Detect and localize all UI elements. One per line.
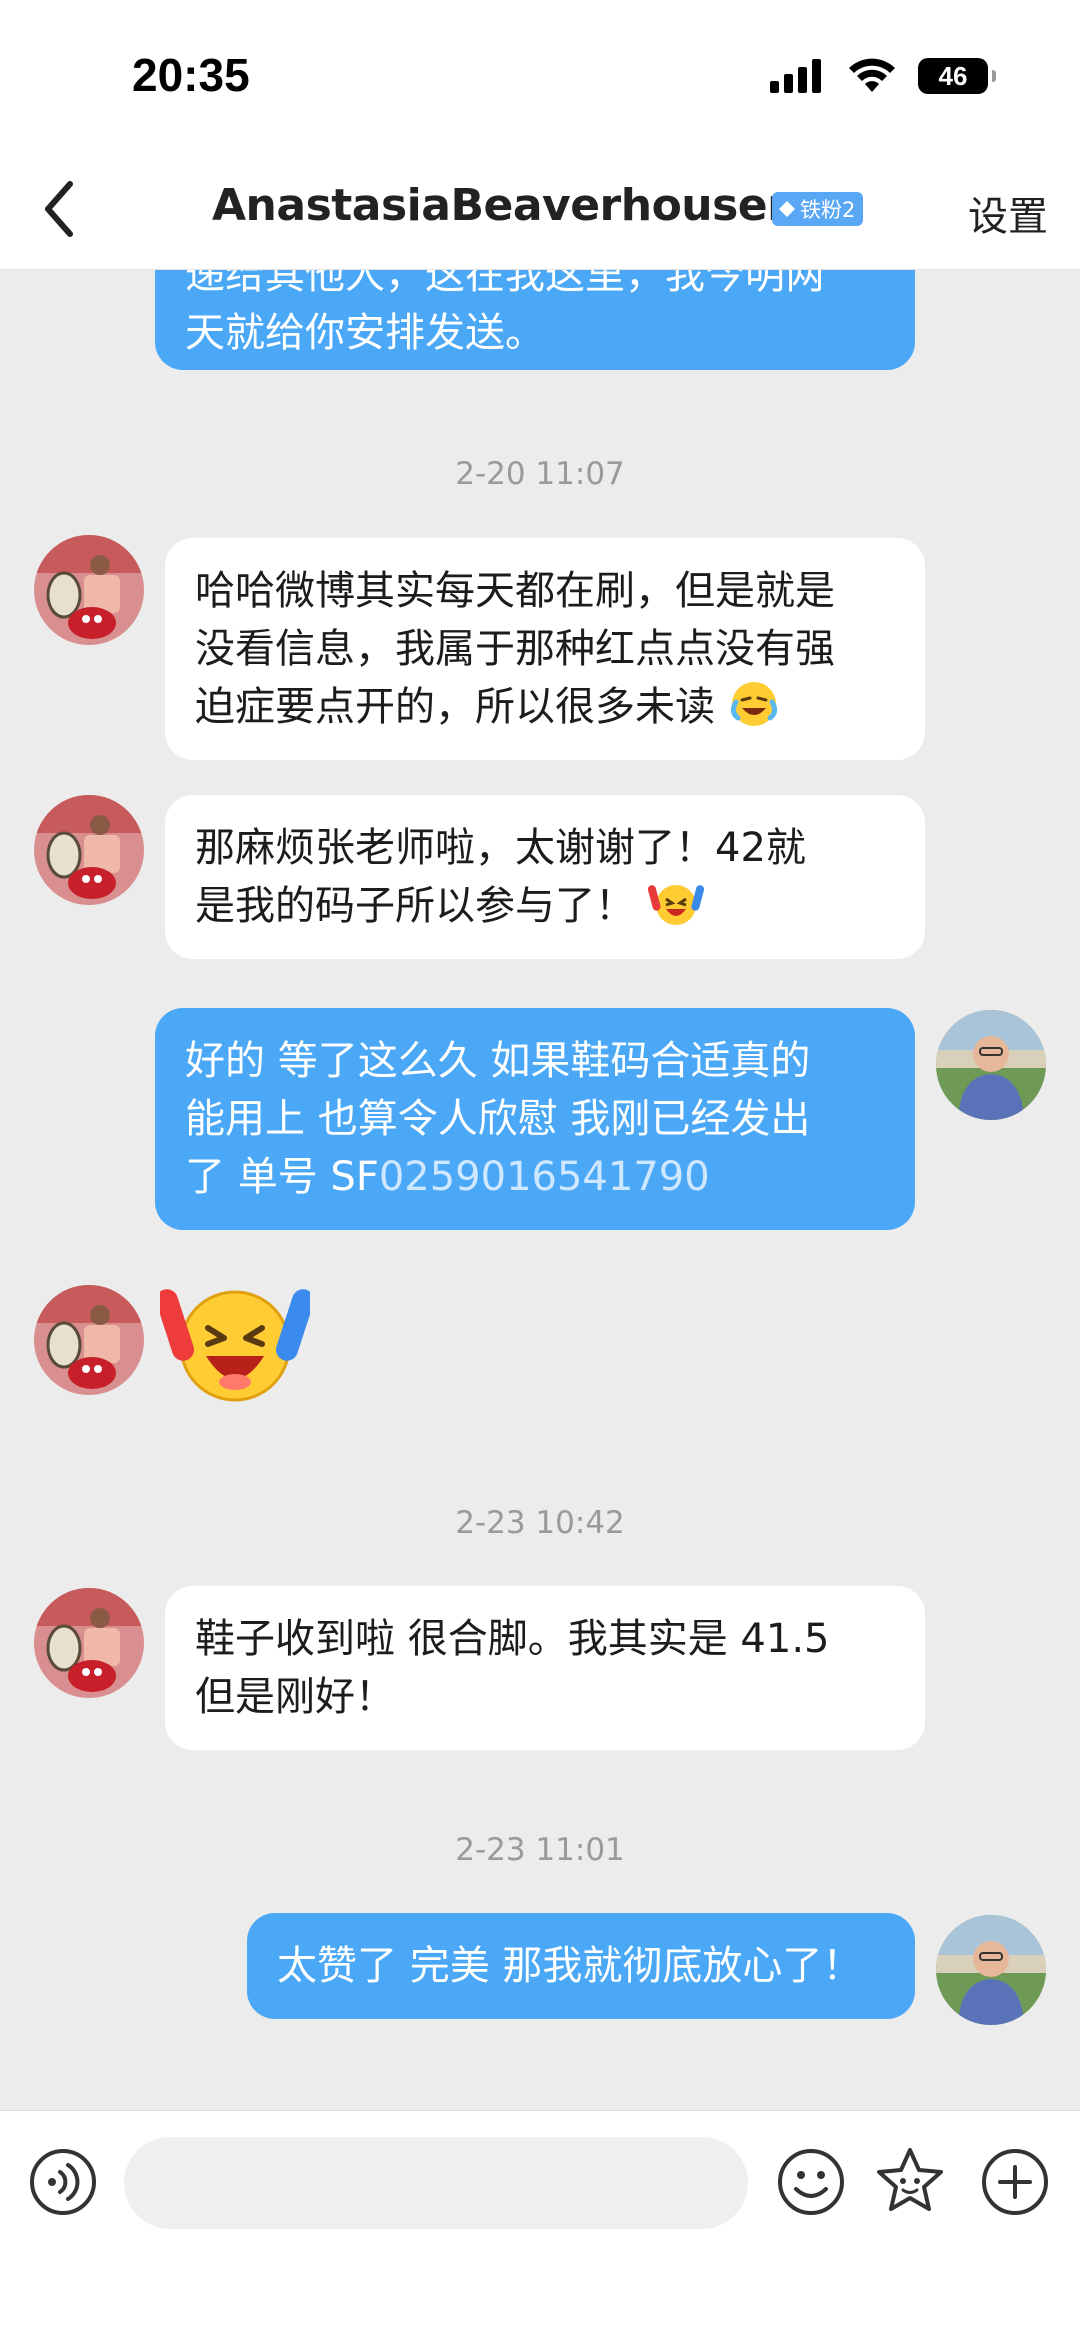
status-icons: 46 — [770, 56, 996, 96]
input-bar — [0, 2110, 1080, 2342]
message-bubble-outgoing[interactable]: 递给其他人，这在我这里，我今明两 天就给你安排发送。 — [155, 270, 915, 370]
message-bubble-outgoing[interactable]: 好的 等了这么久 如果鞋码合适真的 能用上 也算令人欣慰 我刚已经发出 了 单号… — [155, 1008, 915, 1230]
avatar-self[interactable] — [936, 1915, 1046, 2025]
message-text-line: 好的 等了这么久 如果鞋码合适真的 — [185, 1038, 811, 1084]
settings-button[interactable]: 设置 — [968, 184, 1048, 242]
message-timestamp: 2-23 10:42 — [455, 1505, 625, 1541]
wifi-icon — [849, 58, 895, 92]
message-bubble-outgoing[interactable]: 太赞了 完美 那我就彻底放心了！ — [247, 1913, 915, 2019]
message-timestamp: 2-20 11:07 — [455, 456, 625, 492]
message-text-line: 是我的码子所以参与了！ — [195, 877, 895, 935]
message-text-line: 太赞了 完美 那我就彻底放心了！ — [277, 1943, 863, 1989]
avatar-self[interactable] — [936, 1010, 1046, 1120]
message-text-line: 哈哈微博其实每天都在刷，但是就是 — [195, 568, 835, 614]
status-bar: 20:35 46 — [0, 0, 1080, 150]
message-text-line: 鞋子收到啦 很合脚。我其实是 41.5 — [195, 1616, 830, 1662]
avatar-contact[interactable] — [34, 535, 144, 645]
status-time: 20:35 — [132, 49, 250, 101]
message-bubble-incoming[interactable]: 鞋子收到啦 很合脚。我其实是 41.5 但是刚好！ — [165, 1586, 925, 1750]
message-text-line: 了 单号 SF0259016541790 — [185, 1154, 710, 1200]
message-text-line: 没看信息，我属于那种红点点没有强 — [195, 626, 835, 672]
nav-bar: AnastasiaBeaverhousenn 铁粉2 设置 — [0, 150, 1080, 270]
back-arrow-icon[interactable] — [28, 176, 88, 242]
message-text-line: 递给其他人，这在我这里，我今明两 — [185, 270, 825, 298]
diamond-icon — [779, 201, 795, 217]
voice-icon[interactable] — [28, 2147, 98, 2217]
message-text-line: 天就给你安排发送。 — [185, 310, 545, 356]
message-text-line: 那麻烦张老师啦，太谢谢了！42就 — [195, 825, 806, 871]
signal-icon — [770, 59, 821, 93]
chat-messages[interactable]: 递给其他人，这在我这里，我今明两 天就给你安排发送。 2-20 11:07 哈哈… — [0, 270, 1080, 2110]
emoji-smile-icon[interactable] — [776, 2147, 846, 2217]
message-text-line: 但是刚好！ — [195, 1674, 395, 1720]
message-text-line: 迫症要点开的，所以很多未读 — [195, 678, 895, 736]
message-timestamp: 2-23 11:01 — [455, 1832, 625, 1868]
battery-indicator: 46 — [918, 58, 996, 94]
avatar-contact[interactable] — [34, 795, 144, 905]
laughing-crying-emoji-icon — [730, 682, 777, 726]
message-input[interactable] — [124, 2137, 748, 2229]
chat-title: AnastasiaBeaverhousenn — [212, 180, 829, 231]
fan-badge-label: 铁粉2 — [800, 198, 856, 222]
plus-icon[interactable] — [980, 2147, 1050, 2217]
message-bubble-incoming[interactable]: 那麻烦张老师啦，太谢谢了！42就 是我的码子所以参与了！ — [165, 795, 925, 959]
fan-level-badge: 铁粉2 — [772, 192, 864, 226]
avatar-contact[interactable] — [34, 1285, 144, 1395]
message-text-line: 能用上 也算令人欣慰 我刚已经发出 — [185, 1096, 811, 1142]
tracking-number-link[interactable]: 0259016541790 — [379, 1154, 710, 1200]
message-bubble-incoming[interactable]: 哈哈微博其实每天都在刷，但是就是 没看信息，我属于那种红点点没有强 迫症要点开的… — [165, 538, 925, 760]
sticker-star-icon[interactable] — [874, 2145, 946, 2217]
cheering-emoji-icon — [647, 885, 704, 925]
avatar-contact[interactable] — [34, 1588, 144, 1698]
cheering-sticker-icon[interactable] — [160, 1270, 310, 1410]
